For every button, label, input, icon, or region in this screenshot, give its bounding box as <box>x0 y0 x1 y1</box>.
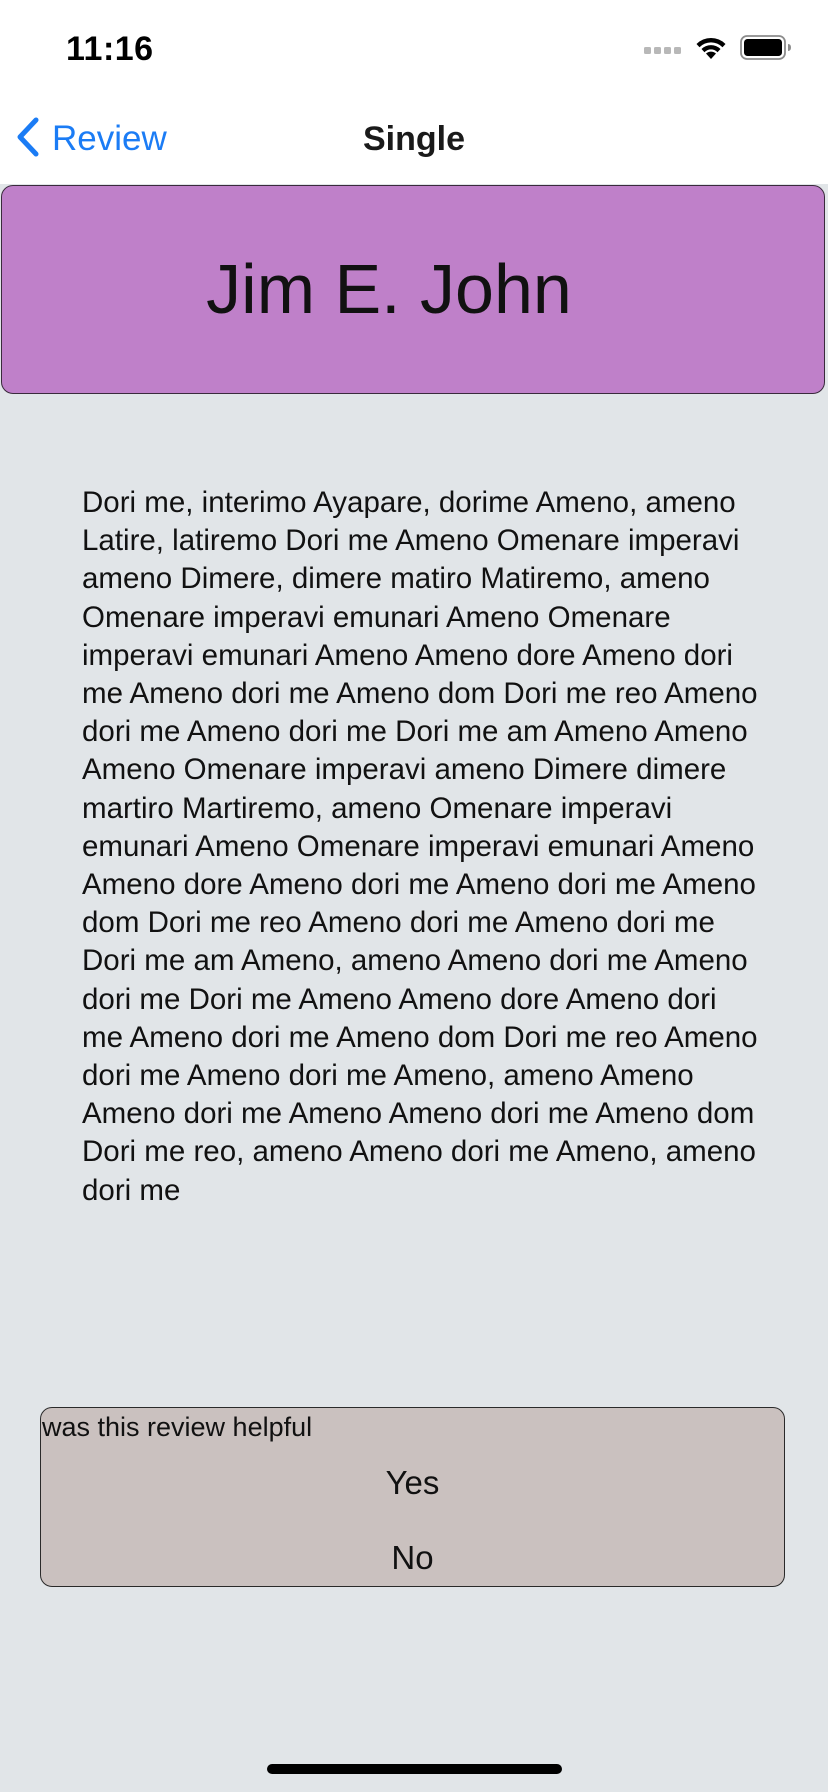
no-button[interactable]: No <box>41 1539 784 1577</box>
status-bar: 11:16 <box>0 0 828 92</box>
review-text: Dori me, interimo Ayapare, dorime Ameno,… <box>82 486 758 1207</box>
page-title: Single <box>362 120 466 158</box>
navigation-bar: Review Single <box>0 92 828 184</box>
yes-button[interactable]: Yes <box>41 1464 784 1502</box>
status-icons <box>644 34 792 66</box>
reviewer-name: Jim E. John <box>206 249 572 328</box>
battery-icon <box>740 34 792 66</box>
home-indicator[interactable] <box>267 1764 562 1774</box>
status-time: 11:16 <box>66 30 154 68</box>
reviewer-name-header: Jim E. John <box>1 185 825 394</box>
cellular-signal-icon <box>644 41 682 60</box>
wifi-icon <box>694 35 728 66</box>
helpful-question: was this review helpful <box>42 1412 313 1442</box>
helpful-feedback-panel: was this review helpful Yes No <box>40 1407 785 1587</box>
